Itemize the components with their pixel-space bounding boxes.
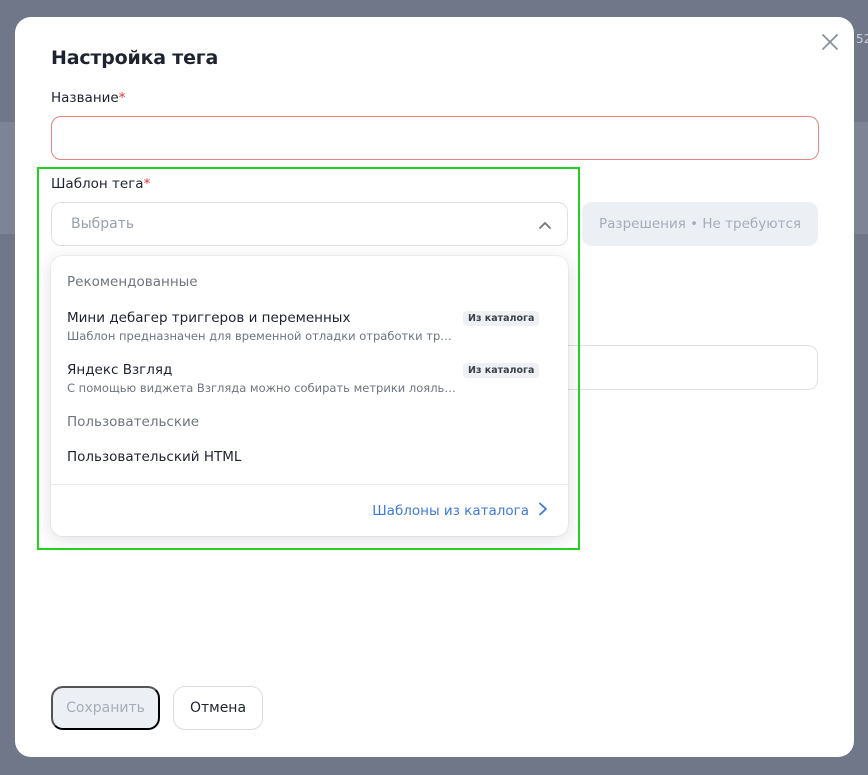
catalog-link-label: Шаблоны из каталога bbox=[372, 503, 529, 519]
option-yandex-vzglyad[interactable]: Яндекс Взгляд С помощью виджета Взгляда … bbox=[51, 358, 568, 400]
option-title: Яндекс Взгляд bbox=[67, 362, 173, 378]
chevron-up-icon bbox=[537, 217, 553, 233]
template-label: Шаблон тега* bbox=[51, 176, 150, 192]
obscured-field[interactable] bbox=[555, 345, 818, 390]
required-mark: * bbox=[143, 176, 151, 192]
option-mini-debugger[interactable]: Мини дебагер триггеров и переменных Шабл… bbox=[51, 306, 568, 348]
option-description: С помощью виджета Взгляда можно собирать… bbox=[67, 381, 459, 395]
dropdown-divider bbox=[51, 484, 568, 485]
option-description: Шаблон предназначен для временной отладк… bbox=[67, 329, 459, 343]
cancel-button[interactable]: Отмена bbox=[173, 686, 263, 730]
modal-title: Настройка тега bbox=[51, 47, 219, 69]
template-dropdown: Рекомендованные Мини дебагер триггеров и… bbox=[51, 256, 568, 536]
catalog-templates-link[interactable]: Шаблоны из каталога bbox=[372, 502, 548, 520]
name-label: Название* bbox=[51, 90, 126, 106]
template-select[interactable]: Выбрать bbox=[51, 202, 568, 246]
option-title: Мини дебагер триггеров и переменных bbox=[67, 310, 351, 326]
template-select-placeholder: Выбрать bbox=[71, 216, 135, 232]
option-custom-html[interactable]: Пользовательский HTML bbox=[51, 446, 568, 472]
template-label-text: Шаблон тега bbox=[51, 176, 144, 192]
permissions-badge: Разрешения • Не требуются bbox=[582, 202, 818, 246]
option-title: Пользовательский HTML bbox=[67, 449, 242, 465]
catalog-tag: Из каталога bbox=[463, 311, 540, 326]
catalog-tag: Из каталога bbox=[463, 363, 540, 378]
group-label-recommended: Рекомендованные bbox=[67, 274, 198, 290]
name-input[interactable] bbox=[51, 116, 819, 160]
group-label-custom: Пользовательские bbox=[67, 414, 200, 430]
save-button[interactable]: Сохранить bbox=[51, 686, 160, 730]
chevron-right-icon bbox=[538, 502, 548, 520]
name-label-text: Название bbox=[51, 90, 119, 106]
required-mark: * bbox=[118, 90, 126, 106]
backdrop-text: 52 bbox=[856, 32, 868, 46]
close-icon[interactable] bbox=[819, 31, 841, 53]
